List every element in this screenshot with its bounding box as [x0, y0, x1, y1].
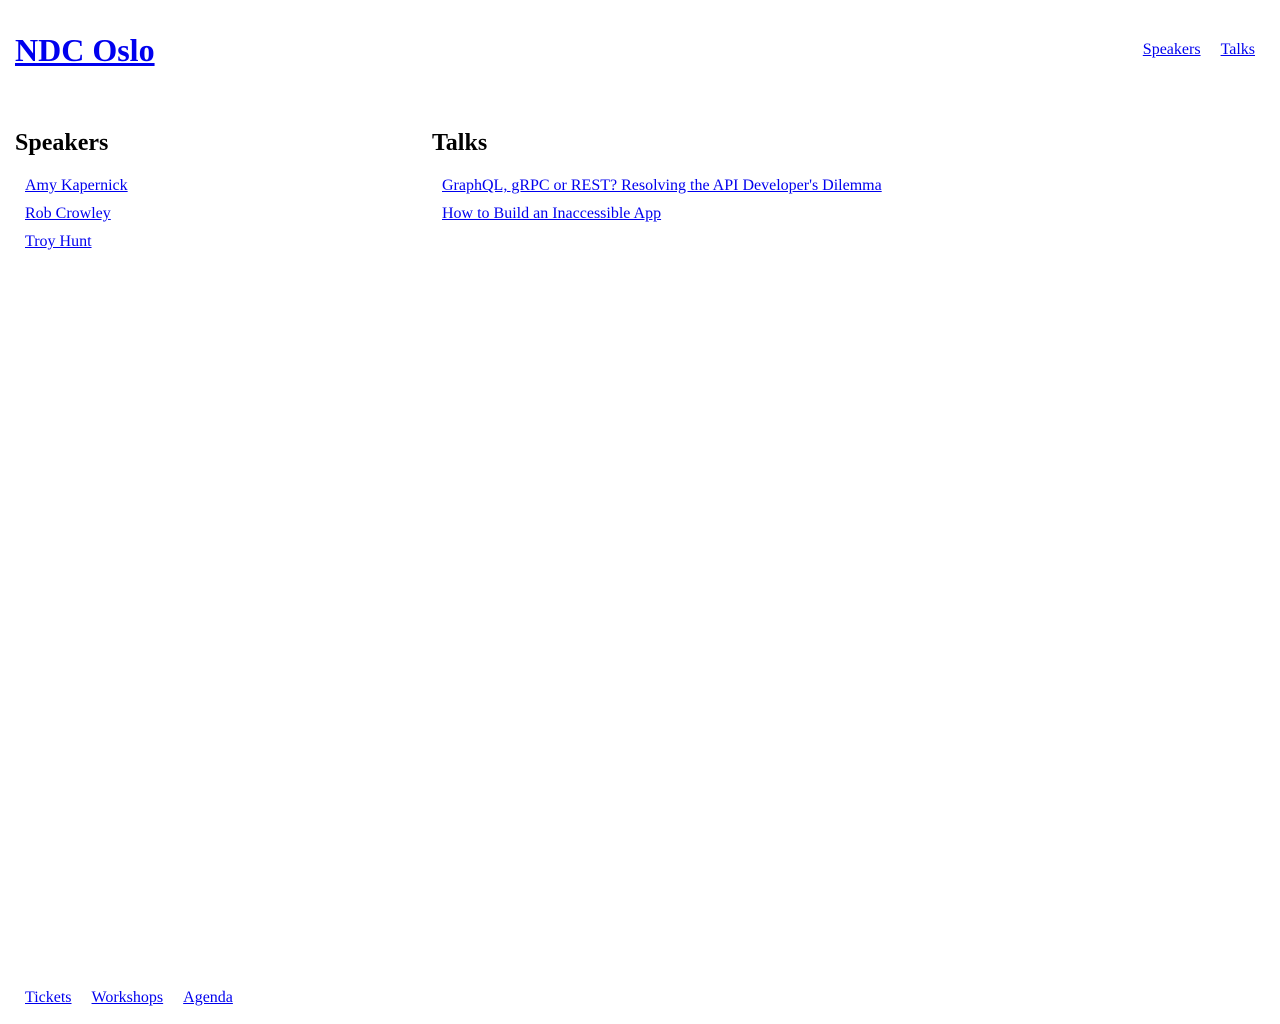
site-title-link[interactable]: NDC Oslo [15, 32, 155, 68]
list-item: GraphQL, gRPC or REST? Resolving the API… [442, 176, 1252, 196]
speakers-section: Speakers Amy Kapernick Rob Crowley Troy … [15, 128, 415, 260]
speaker-link-troy-hunt[interactable]: Troy Hunt [25, 233, 92, 250]
site-header: NDC Oslo Speakers Talks [15, 0, 1255, 100]
talk-link-graphql-grpc-rest[interactable]: GraphQL, gRPC or REST? Resolving the API… [442, 177, 882, 194]
nav-link-speakers[interactable]: Speakers [1143, 40, 1201, 60]
speakers-heading: Speakers [15, 130, 109, 156]
list-item: Troy Hunt [25, 232, 415, 252]
footer-link-tickets[interactable]: Tickets [25, 988, 72, 1008]
list-item: Rob Crowley [25, 204, 415, 224]
nav-link-talks[interactable]: Talks [1221, 40, 1255, 60]
site-title: NDC Oslo [15, 30, 155, 70]
talks-list: GraphQL, gRPC or REST? Resolving the API… [432, 176, 1252, 224]
speakers-list: Amy Kapernick Rob Crowley Troy Hunt [15, 176, 415, 252]
list-item: Amy Kapernick [25, 176, 415, 196]
footer-link-agenda[interactable]: Agenda [183, 988, 233, 1008]
site-footer: Tickets Workshops Agenda [25, 988, 233, 1008]
top-nav: Speakers Talks [1143, 40, 1255, 60]
talks-heading: Talks [432, 130, 488, 156]
speaker-link-amy-kapernick[interactable]: Amy Kapernick [25, 177, 128, 194]
list-item: How to Build an Inaccessible App [442, 204, 1252, 224]
page: NDC Oslo Speakers Talks Speakers Amy Kap… [0, 0, 1280, 1024]
speaker-link-rob-crowley[interactable]: Rob Crowley [25, 205, 111, 222]
footer-link-workshops[interactable]: Workshops [92, 988, 164, 1008]
talks-section: Talks GraphQL, gRPC or REST? Resolving t… [432, 128, 1252, 232]
talk-link-inaccessible-app[interactable]: How to Build an Inaccessible App [442, 205, 661, 222]
